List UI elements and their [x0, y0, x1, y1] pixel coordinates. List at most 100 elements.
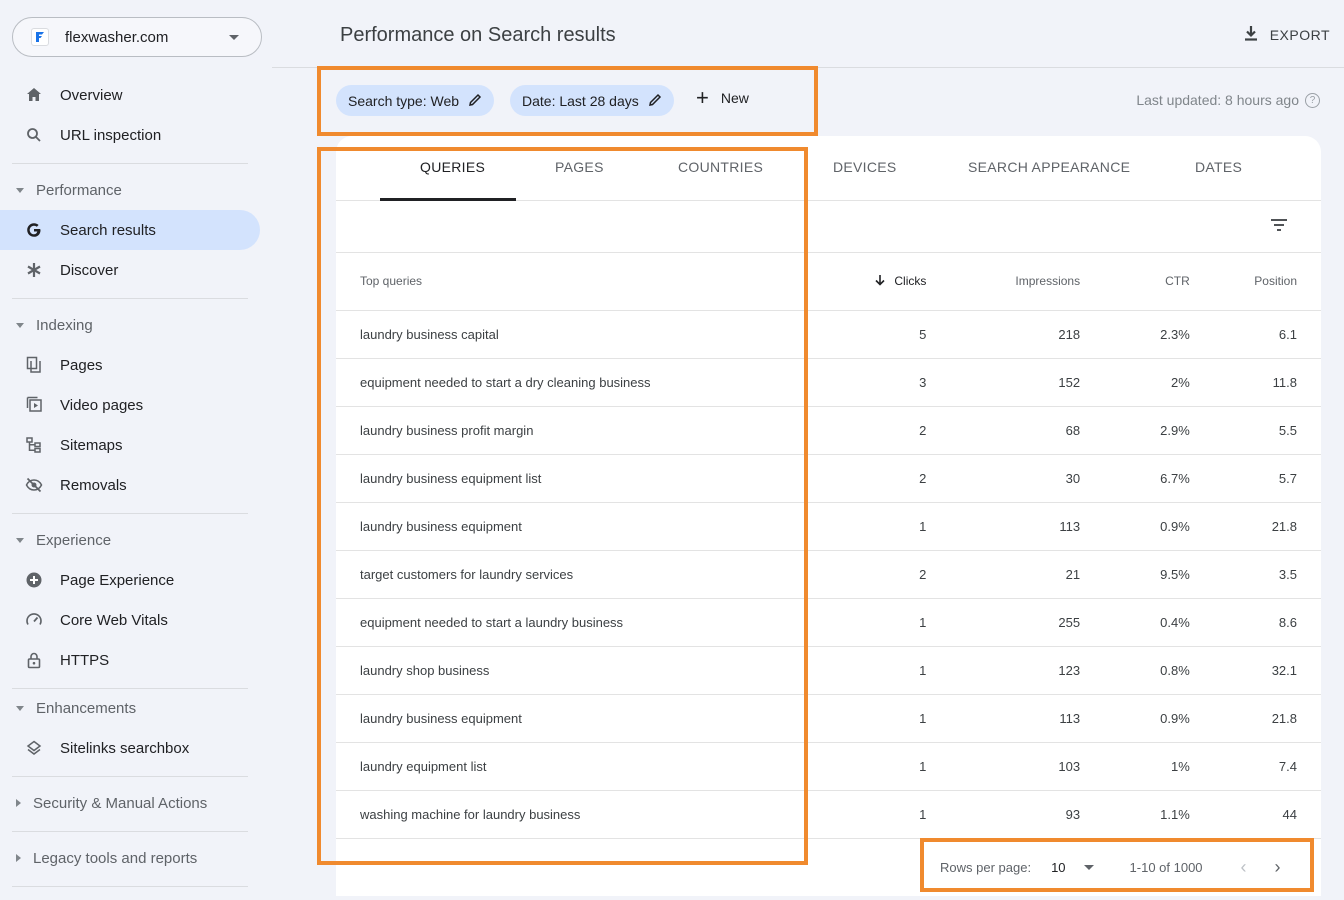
page-range: 1-10 of 1000 — [1129, 859, 1203, 875]
nav-sitemaps[interactable]: Sitemaps — [0, 425, 260, 465]
nav-pages-label: Pages — [60, 356, 103, 374]
table-row[interactable]: laundry business equipment 1 113 0.9% 21.8 — [336, 694, 1321, 743]
table-row[interactable]: laundry business capital 5 218 2.3% 6.1 — [336, 310, 1321, 359]
tab-devices[interactable]: DEVICES — [833, 159, 897, 175]
search-type-chip[interactable]: Search type: Web — [336, 85, 495, 116]
section-experience[interactable]: Experience — [0, 523, 260, 557]
next-page-button[interactable]: › — [1275, 857, 1281, 878]
query-cell: target customers for laundry services — [336, 550, 808, 599]
section-performance-label: Performance — [36, 181, 122, 199]
table-row[interactable]: washing machine for laundry business 1 93 1… — [336, 790, 1321, 839]
last-updated-text: Last updated: 8 hours ago — [1136, 92, 1299, 108]
clicks-cell: 1 — [807, 598, 927, 647]
eye-off-icon — [24, 475, 44, 495]
position-cell: 32.1 — [1189, 646, 1321, 695]
divider — [12, 163, 248, 164]
header-divider — [272, 67, 1344, 68]
impressions-cell: 113 — [926, 502, 1081, 551]
nav-https[interactable]: HTTPS — [0, 640, 260, 680]
help-icon[interactable]: ? — [1305, 92, 1320, 108]
col-header-clicks-label: Clicks — [894, 273, 927, 288]
tab-search-appearance[interactable]: SEARCH APPEARANCE — [968, 159, 1130, 175]
edit-icon[interactable] — [469, 93, 482, 109]
plus-icon: + — [696, 85, 709, 110]
col-header-position[interactable]: Position — [1189, 253, 1321, 311]
dimension-tabs: QUERIES PAGES COUNTRIES DEVICES SEARCH A… — [336, 136, 1321, 201]
edit-icon[interactable] — [648, 93, 662, 109]
table-row[interactable]: laundry business equipment 1 113 0.9% 21.8 — [336, 502, 1321, 551]
position-cell: 5.7 — [1189, 454, 1321, 503]
expand-icon — [16, 854, 21, 862]
rows-per-page-select[interactable]: 10 — [1051, 860, 1065, 875]
asterisk-icon — [24, 260, 44, 280]
impressions-cell: 68 — [926, 406, 1081, 455]
section-indexing-label: Indexing — [36, 316, 93, 334]
col-header-query[interactable]: Top queries — [336, 253, 808, 311]
col-header-ctr[interactable]: CTR — [1080, 253, 1190, 311]
query-cell: laundry business profit margin — [336, 406, 808, 455]
export-button[interactable]: EXPORT — [1242, 24, 1330, 45]
impressions-cell: 103 — [926, 742, 1081, 791]
download-icon — [1242, 24, 1260, 45]
table-row[interactable]: laundry business equipment list 2 30 6.7% 5.… — [336, 454, 1321, 503]
table-row[interactable]: laundry equipment list 1 103 1% 7.4 — [336, 742, 1321, 791]
section-security[interactable]: Security & Manual Actions — [0, 786, 260, 820]
table-row[interactable]: laundry shop business 1 123 0.8% 32.1 — [336, 646, 1321, 695]
ctr-cell: 0.9% — [1080, 694, 1190, 743]
google-g-icon — [24, 220, 44, 240]
nav-sitelinks-searchbox-label: Sitelinks searchbox — [60, 739, 190, 757]
section-enhancements-label: Enhancements — [36, 699, 137, 717]
clicks-cell: 2 — [807, 406, 927, 455]
collapse-icon — [16, 187, 24, 193]
nav-overview[interactable]: Overview — [0, 75, 260, 115]
tab-countries[interactable]: COUNTRIES — [678, 159, 763, 175]
section-performance[interactable]: Performance — [0, 173, 260, 207]
date-chip[interactable]: Date: Last 28 days — [510, 85, 674, 116]
collapse-icon — [16, 705, 24, 711]
impressions-cell: 255 — [926, 598, 1081, 647]
position-cell: 21.8 — [1189, 502, 1321, 551]
nav-pages[interactable]: Pages — [0, 345, 260, 385]
property-selector[interactable]: flexwasher.com — [12, 17, 262, 57]
query-cell: laundry equipment list — [336, 742, 808, 791]
filter-icon[interactable] — [1269, 215, 1289, 240]
nav-https-label: HTTPS — [60, 651, 110, 669]
clicks-cell: 1 — [807, 694, 927, 743]
position-cell: 21.8 — [1189, 694, 1321, 743]
new-filter-label: New — [720, 90, 749, 106]
chevron-down-icon[interactable] — [1083, 864, 1094, 870]
table-row[interactable]: equipment needed to start a dry cleaning… — [336, 358, 1321, 407]
table-row[interactable]: target customers for laundry services 2 21… — [336, 550, 1321, 599]
nav-removals[interactable]: Removals — [0, 465, 260, 505]
tab-queries[interactable]: QUERIES — [420, 159, 485, 175]
nav-url-inspection[interactable]: URL inspection — [0, 115, 260, 155]
nav-sitelinks-searchbox[interactable]: Sitelinks searchbox — [0, 728, 260, 768]
new-filter-button[interactable]: + New — [696, 87, 749, 109]
nav-video-pages[interactable]: Video pages — [0, 385, 260, 425]
table-row[interactable]: equipment needed to start a laundry busi… — [336, 598, 1321, 647]
tab-pages[interactable]: PAGES — [555, 159, 604, 175]
nav-core-web-vitals[interactable]: Core Web Vitals — [0, 600, 260, 640]
section-enhancements[interactable]: Enhancements — [0, 691, 260, 725]
impressions-cell: 30 — [926, 454, 1081, 503]
section-legacy[interactable]: Legacy tools and reports — [0, 841, 260, 875]
clicks-cell: 1 — [807, 646, 927, 695]
ctr-cell: 6.7% — [1080, 454, 1190, 503]
position-cell: 6.1 — [1189, 310, 1321, 359]
col-header-impressions[interactable]: Impressions — [926, 253, 1081, 311]
nav-discover[interactable]: Discover — [0, 250, 260, 290]
divider — [12, 298, 248, 299]
impressions-cell: 113 — [926, 694, 1081, 743]
impressions-cell: 218 — [926, 310, 1081, 359]
nav-page-experience[interactable]: Page Experience — [0, 560, 260, 600]
section-experience-label: Experience — [36, 531, 112, 549]
previous-page-button[interactable]: ‹ — [1241, 857, 1247, 878]
date-label: Date: Last 28 days — [522, 92, 639, 109]
position-cell: 5.5 — [1189, 406, 1321, 455]
table-row[interactable]: laundry business profit margin 2 68 2.9% 5.5 — [336, 406, 1321, 455]
query-cell: washing machine for laundry business — [336, 790, 808, 839]
section-indexing[interactable]: Indexing — [0, 308, 260, 342]
nav-search-results[interactable]: Search results — [0, 210, 260, 250]
col-header-clicks[interactable]: Clicks — [807, 253, 927, 311]
tab-dates[interactable]: DATES — [1195, 159, 1242, 175]
